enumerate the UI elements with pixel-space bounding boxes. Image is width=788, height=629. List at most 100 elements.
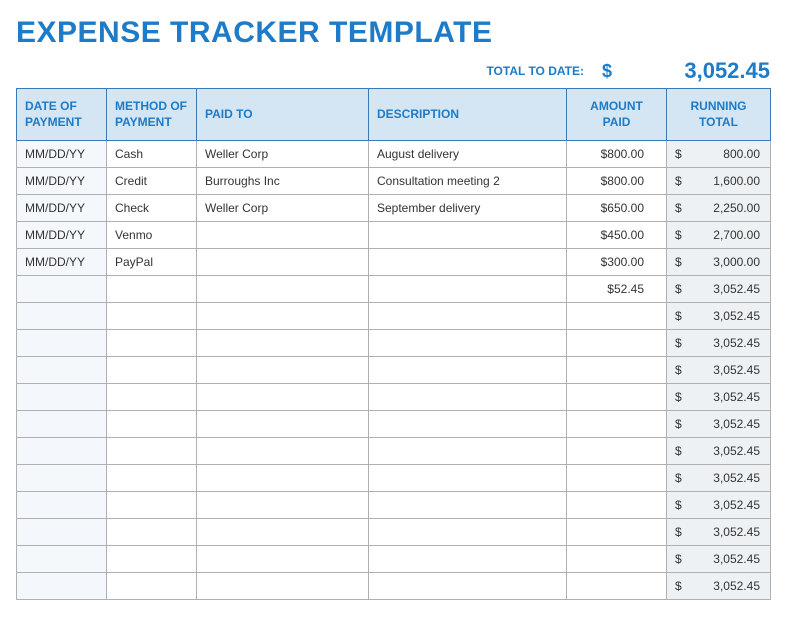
cell-description[interactable]: August delivery xyxy=(369,141,567,168)
cell-running-total: $2,250.00 xyxy=(667,195,771,222)
cell-date[interactable] xyxy=(17,357,107,384)
cell-amount[interactable] xyxy=(567,303,667,330)
cell-amount[interactable] xyxy=(567,411,667,438)
cell-amount[interactable] xyxy=(567,573,667,600)
cell-method[interactable] xyxy=(107,411,197,438)
cell-date[interactable] xyxy=(17,330,107,357)
cell-description[interactable] xyxy=(369,519,567,546)
cell-date[interactable] xyxy=(17,438,107,465)
cell-amount[interactable] xyxy=(567,330,667,357)
cell-description[interactable] xyxy=(369,546,567,573)
table-row: $3,052.45 xyxy=(17,438,771,465)
cell-method[interactable]: Cash xyxy=(107,141,197,168)
cell-description[interactable] xyxy=(369,465,567,492)
cell-date[interactable]: MM/DD/YY xyxy=(17,249,107,276)
cell-date[interactable] xyxy=(17,465,107,492)
cell-description[interactable] xyxy=(369,303,567,330)
cell-method[interactable]: Check xyxy=(107,195,197,222)
cell-paidto[interactable] xyxy=(197,546,369,573)
table-row: $3,052.45 xyxy=(17,411,771,438)
cell-method[interactable]: Credit xyxy=(107,168,197,195)
cell-description[interactable] xyxy=(369,330,567,357)
cell-paidto[interactable]: Weller Corp xyxy=(197,195,369,222)
cell-description[interactable] xyxy=(369,384,567,411)
cell-method[interactable] xyxy=(107,357,197,384)
cell-running-total: $3,052.45 xyxy=(667,546,771,573)
cell-paidto[interactable] xyxy=(197,222,369,249)
cell-method[interactable] xyxy=(107,573,197,600)
total-label: TOTAL TO DATE: xyxy=(486,64,584,78)
cell-date[interactable]: MM/DD/YY xyxy=(17,168,107,195)
cell-date[interactable] xyxy=(17,303,107,330)
cell-amount[interactable] xyxy=(567,492,667,519)
cell-paidto[interactable] xyxy=(197,303,369,330)
cell-amount[interactable]: $300.00 xyxy=(567,249,667,276)
cell-date[interactable] xyxy=(17,573,107,600)
cell-amount[interactable] xyxy=(567,438,667,465)
cell-paidto[interactable]: Weller Corp xyxy=(197,141,369,168)
cell-paidto[interactable] xyxy=(197,330,369,357)
cell-amount[interactable]: $450.00 xyxy=(567,222,667,249)
running-value: 3,052.45 xyxy=(713,363,760,377)
cell-description[interactable]: Consultation meeting 2 xyxy=(369,168,567,195)
cell-amount[interactable]: $800.00 xyxy=(567,168,667,195)
cell-paidto[interactable] xyxy=(197,357,369,384)
cell-description[interactable]: September delivery xyxy=(369,195,567,222)
cell-date[interactable] xyxy=(17,276,107,303)
cell-amount[interactable] xyxy=(567,546,667,573)
cell-amount[interactable]: $800.00 xyxy=(567,141,667,168)
cell-method[interactable]: Venmo xyxy=(107,222,197,249)
cell-date[interactable]: MM/DD/YY xyxy=(17,141,107,168)
cell-amount[interactable]: $650.00 xyxy=(567,195,667,222)
cell-date[interactable] xyxy=(17,411,107,438)
cell-date[interactable] xyxy=(17,384,107,411)
cell-amount[interactable] xyxy=(567,357,667,384)
cell-method[interactable]: PayPal xyxy=(107,249,197,276)
cell-method[interactable] xyxy=(107,546,197,573)
cell-method[interactable] xyxy=(107,438,197,465)
cell-method[interactable] xyxy=(107,384,197,411)
cell-running-total: $3,052.45 xyxy=(667,573,771,600)
cell-amount[interactable] xyxy=(567,465,667,492)
cell-paidto[interactable]: Burroughs Inc xyxy=(197,168,369,195)
cell-method[interactable] xyxy=(107,330,197,357)
cell-method[interactable] xyxy=(107,276,197,303)
cell-paidto[interactable] xyxy=(197,492,369,519)
table-row: MM/DD/YYVenmo$450.00$2,700.00 xyxy=(17,222,771,249)
cell-paidto[interactable] xyxy=(197,276,369,303)
cell-paidto[interactable] xyxy=(197,411,369,438)
cell-date[interactable] xyxy=(17,492,107,519)
cell-paidto[interactable] xyxy=(197,519,369,546)
cell-paidto[interactable] xyxy=(197,573,369,600)
header-running-total: RUNNING TOTAL xyxy=(667,89,771,141)
cell-running-total: $3,052.45 xyxy=(667,357,771,384)
cell-date[interactable] xyxy=(17,519,107,546)
cell-description[interactable] xyxy=(369,573,567,600)
cell-description[interactable] xyxy=(369,276,567,303)
cell-description[interactable] xyxy=(369,438,567,465)
cell-description[interactable] xyxy=(369,492,567,519)
cell-paidto[interactable] xyxy=(197,438,369,465)
cell-paidto[interactable] xyxy=(197,249,369,276)
cell-description[interactable] xyxy=(369,249,567,276)
cell-date[interactable]: MM/DD/YY xyxy=(17,195,107,222)
cell-description[interactable] xyxy=(369,357,567,384)
cell-description[interactable] xyxy=(369,411,567,438)
cell-method[interactable] xyxy=(107,492,197,519)
running-dollar-sign: $ xyxy=(675,390,682,404)
cell-amount[interactable]: $52.45 xyxy=(567,276,667,303)
cell-method[interactable] xyxy=(107,519,197,546)
cell-amount[interactable] xyxy=(567,384,667,411)
cell-amount[interactable] xyxy=(567,519,667,546)
cell-method[interactable] xyxy=(107,465,197,492)
cell-paidto[interactable] xyxy=(197,465,369,492)
cell-date[interactable] xyxy=(17,546,107,573)
page-title: EXPENSE TRACKER TEMPLATE xyxy=(16,16,772,50)
cell-method[interactable] xyxy=(107,303,197,330)
cell-date[interactable]: MM/DD/YY xyxy=(17,222,107,249)
table-row: $52.45$3,052.45 xyxy=(17,276,771,303)
table-row: MM/DD/YYCashWeller CorpAugust delivery$8… xyxy=(17,141,771,168)
cell-paidto[interactable] xyxy=(197,384,369,411)
cell-running-total: $3,052.45 xyxy=(667,465,771,492)
cell-description[interactable] xyxy=(369,222,567,249)
